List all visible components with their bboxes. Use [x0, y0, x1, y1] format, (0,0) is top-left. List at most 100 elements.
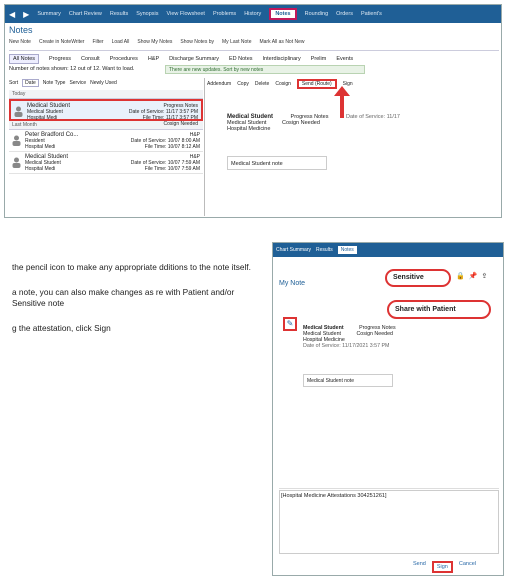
- load-all-button[interactable]: Load All: [112, 39, 130, 45]
- note-body: Medical Student note: [227, 156, 327, 170]
- attestation-editor[interactable]: [279, 490, 499, 554]
- person-icon: [12, 135, 21, 146]
- create-notewriter-button[interactable]: Create in NoteWriter: [39, 39, 84, 45]
- new-note-button[interactable]: New Note: [9, 39, 31, 45]
- note-filetime: File Time: 10/07 8:12 AM: [144, 144, 200, 150]
- note-header: Medical Student Progress Notes Date of S…: [227, 114, 400, 132]
- tab-discharge[interactable]: Discharge Summary: [169, 56, 219, 62]
- note-header: Medical Student Progress Notes Medical S…: [303, 325, 396, 349]
- share-with-patient-callout: Share with Patient: [387, 300, 491, 319]
- note-meta: H&P Date of Service: 10/07 7:59 AM File …: [131, 154, 200, 172]
- tab-consult[interactable]: Consult: [81, 56, 100, 62]
- addendum-button[interactable]: Addendum: [207, 81, 231, 87]
- delete-button[interactable]: Delete: [255, 81, 269, 87]
- tab-procedures[interactable]: Procedures: [110, 56, 138, 62]
- note-buttons: Send Sign Cancel: [413, 561, 476, 573]
- page-title: My Note: [279, 280, 306, 287]
- notes-toolbar: New Note Create in NoteWriter Filter Loa…: [9, 36, 499, 48]
- note-meta: Progress Notes Date of Service: 11/17 3:…: [129, 103, 198, 127]
- note-body: Medical Student note: [303, 374, 393, 387]
- cosign-button[interactable]: Cosign: [275, 81, 291, 87]
- my-last-note-button[interactable]: My Last Note: [222, 39, 251, 45]
- notes-screenshot: ◀ ▶ Summary Chart Review Results Synopsi…: [4, 4, 502, 218]
- top-nav: Chart Summary Results Notes: [273, 243, 503, 257]
- nav-results[interactable]: Results: [316, 247, 333, 253]
- nav-chart-summary[interactable]: Chart Summary: [276, 247, 311, 253]
- nav-orders[interactable]: Orders: [336, 11, 353, 17]
- note-icons: 🔒 📌 ⇪: [456, 272, 487, 280]
- pin-icon[interactable]: 📌: [469, 272, 478, 280]
- sort-date[interactable]: Date: [22, 79, 39, 87]
- nav-synopsis[interactable]: Synopsis: [136, 11, 158, 17]
- note-actions-toolbar: Addendum Copy Delete Cosign Send (Route)…: [207, 78, 501, 89]
- tab-events[interactable]: Events: [336, 56, 353, 62]
- filter-button[interactable]: Filter: [92, 39, 103, 45]
- tab-prelim[interactable]: Prelim: [311, 56, 327, 62]
- cancel-button[interactable]: Cancel: [459, 561, 476, 573]
- person-icon: [14, 106, 23, 117]
- note-tabs: All Notes Progress Consult Procedures H&…: [9, 53, 499, 64]
- nav-flowsheet[interactable]: View Flowsheet: [167, 11, 205, 17]
- tab-interdisciplinary[interactable]: Interdisciplinary: [263, 56, 301, 62]
- note-service: Hospital Medicine: [227, 126, 271, 132]
- note-filetime: File Time: 10/07 7:59 AM: [144, 166, 200, 172]
- note-status: Cosign Needed: [281, 120, 320, 126]
- list-item[interactable]: Medical Student Medical Student Hospital…: [9, 99, 203, 127]
- nav-chart-review[interactable]: Chart Review: [69, 11, 102, 17]
- nav-summary[interactable]: Summary: [37, 11, 61, 17]
- tab-all-notes[interactable]: All Notes: [9, 53, 40, 64]
- back-icon[interactable]: ◀: [9, 10, 15, 19]
- note-meta: H&P Date of Service: 10/07 8:00 AM File …: [131, 132, 200, 150]
- sort-label: Sort: [9, 80, 19, 86]
- nav-notes[interactable]: Notes: [337, 246, 357, 254]
- note-status: Cosign Needed: [163, 121, 198, 127]
- list-item[interactable]: Peter Bradford Co... Resident Hospital M…: [9, 130, 203, 152]
- tab-hp[interactable]: H&P: [148, 56, 159, 62]
- notes-title: Notes: [9, 25, 33, 35]
- sort-service[interactable]: Service: [69, 80, 86, 86]
- my-note-screenshot: Chart Summary Results Notes My Note Sens…: [272, 242, 504, 576]
- notes-list: Today Medical Student Medical Student Ho…: [9, 90, 203, 174]
- nav-history[interactable]: History: [244, 11, 261, 17]
- forward-icon[interactable]: ▶: [23, 10, 29, 19]
- tab-progress[interactable]: Progress: [49, 56, 71, 62]
- sort-bar: Sort Date Note Type Service Newly Used: [9, 78, 203, 88]
- updates-banner[interactable]: There are new updates. Sort by new notes: [165, 65, 365, 74]
- show-my-notes-checkbox[interactable]: Show My Notes: [137, 39, 172, 45]
- note-status: Cosign Needed: [356, 331, 393, 337]
- top-nav: ◀ ▶ Summary Chart Review Results Synopsi…: [5, 5, 501, 23]
- nav-patient[interactable]: Patient's: [361, 11, 382, 17]
- sort-newly-used[interactable]: Newly Used: [90, 80, 117, 86]
- instruction-3: g the attestation, click Sign: [12, 322, 111, 333]
- divider: [9, 50, 499, 51]
- note-detail-pane: Addendum Copy Delete Cosign Send (Route)…: [207, 78, 501, 216]
- notes-list-pane: Sort Date Note Type Service Newly Used T…: [7, 78, 205, 216]
- nav-rounding[interactable]: Rounding: [305, 11, 329, 17]
- share-icon[interactable]: ⇪: [481, 272, 487, 280]
- show-notes-by-checkbox[interactable]: Show Notes by: [180, 39, 214, 45]
- tab-ed-notes[interactable]: ED Notes: [229, 56, 253, 62]
- send-button[interactable]: Send: [413, 561, 426, 573]
- instruction-1: the pencil icon to make any appropriate …: [12, 262, 251, 272]
- note-dos: Date of Service: 11/17/2021 3:57 PM: [303, 343, 390, 349]
- person-icon: [12, 157, 21, 168]
- send-route-button[interactable]: Send (Route): [296, 78, 337, 89]
- editor-toolbar: [279, 479, 499, 489]
- sensitive-callout: Sensitive: [385, 269, 451, 287]
- pencil-icon[interactable]: ✎: [283, 317, 297, 331]
- nav-notes-button[interactable]: Notes: [269, 8, 297, 20]
- note-dos: Date of Service: 11/17: [345, 114, 400, 120]
- nav-results[interactable]: Results: [110, 11, 128, 17]
- group-header-today: Today: [9, 90, 203, 99]
- attestation-text: [Hospital Medicine Attestations 30425126…: [281, 493, 387, 499]
- nav-problems[interactable]: Problems: [213, 11, 236, 17]
- sign-button[interactable]: Sign: [431, 561, 453, 573]
- notes-count: Number of notes shown: 12 out of 12. Wan…: [9, 66, 135, 72]
- lock-icon[interactable]: 🔒: [456, 272, 465, 280]
- instruction-2: a note, you can also make changes as re …: [12, 286, 235, 309]
- sort-note-type[interactable]: Note Type: [43, 80, 66, 86]
- instructions: the pencil icon to make any appropriate …: [12, 262, 262, 347]
- copy-button[interactable]: Copy: [237, 81, 249, 87]
- list-item[interactable]: Medical Student Medical Student Hospital…: [9, 152, 203, 174]
- mark-not-new-button[interactable]: Mark All as Not New: [259, 39, 304, 45]
